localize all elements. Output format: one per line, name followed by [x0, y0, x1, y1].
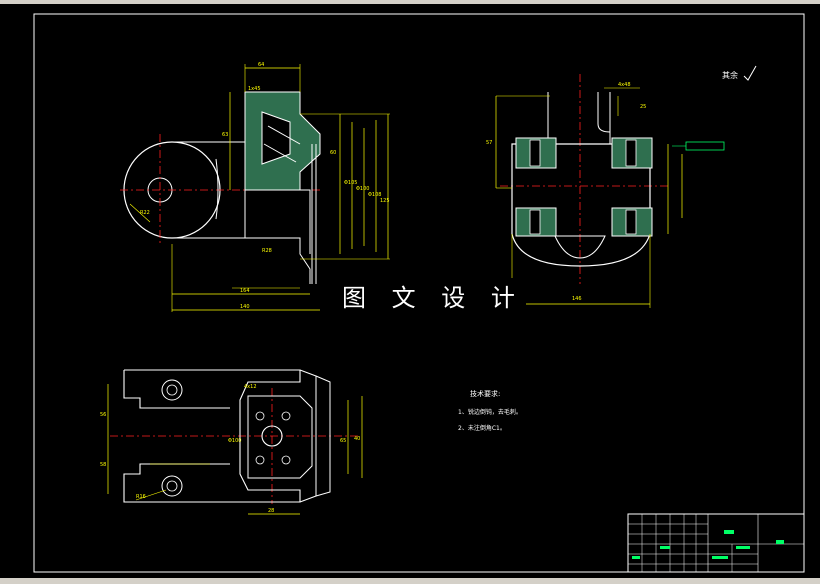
dim-65: 65: [340, 438, 346, 444]
dim-r28: R28: [262, 248, 272, 254]
technical-requirements: 技术要求: 1、锐边倒钝，去毛刺。 2、未注倒角C1。: [458, 389, 522, 432]
dim-r22: R22: [140, 210, 150, 216]
dim-140: 140: [240, 304, 250, 310]
dim-40: 40: [354, 436, 360, 442]
dim-125: 125: [380, 198, 390, 204]
dim-4x12: 4x12: [244, 384, 257, 390]
roughness-symbol-icon: [743, 65, 757, 81]
dim-right-width: 146: [572, 296, 582, 302]
dim-left-100: Φ100: [228, 438, 241, 444]
dim-25: 25: [640, 104, 646, 110]
drawing-area: 64 1x45 63 60 Φ105 Φ100 Φ108 125 164 R22…: [0, 4, 820, 578]
dim-left-56: 56: [100, 412, 106, 418]
dim-164: 164: [240, 288, 250, 294]
front-view: 64 1x45 63 60 Φ105 Φ100 Φ108 125 164 R22…: [120, 62, 390, 312]
side-view: 146 57 4x48 25: [486, 74, 725, 308]
drawing-frame: [33, 13, 805, 573]
cad-viewport: 64 1x45 63 60 Φ105 Φ100 Φ108 125 164 R22…: [0, 0, 820, 584]
dim-top-chamfer: 1x45: [248, 86, 261, 92]
tech-req-title: 技术要求:: [470, 389, 500, 398]
dim-right-height: 57: [486, 140, 492, 146]
cad-drawing: 64 1x45 63 60 Φ105 Φ100 Φ108 125 164 R22…: [33, 13, 805, 573]
dim-right-small: 4x48: [618, 82, 631, 88]
plan-flange: [247, 395, 313, 479]
tech-req-item-1: 1、锐边倒钝，去毛刺。: [458, 408, 522, 416]
roughness-label: 其余: [722, 70, 738, 80]
dim-left-58: 58: [100, 462, 106, 468]
dim-60: 60: [330, 150, 336, 156]
dim-63: 63: [222, 132, 228, 138]
tolerance-frame: [685, 141, 725, 151]
top-view: 56 58 Φ100 R16 65 40 28 4x12: [100, 369, 363, 515]
title-block: [627, 513, 805, 573]
dim-28: 28: [268, 508, 274, 514]
dim-top-width: 64: [258, 62, 264, 68]
tech-req-item-2: 2、未注倒角C1。: [458, 424, 506, 432]
dim-bottom-r: R16: [136, 494, 146, 500]
